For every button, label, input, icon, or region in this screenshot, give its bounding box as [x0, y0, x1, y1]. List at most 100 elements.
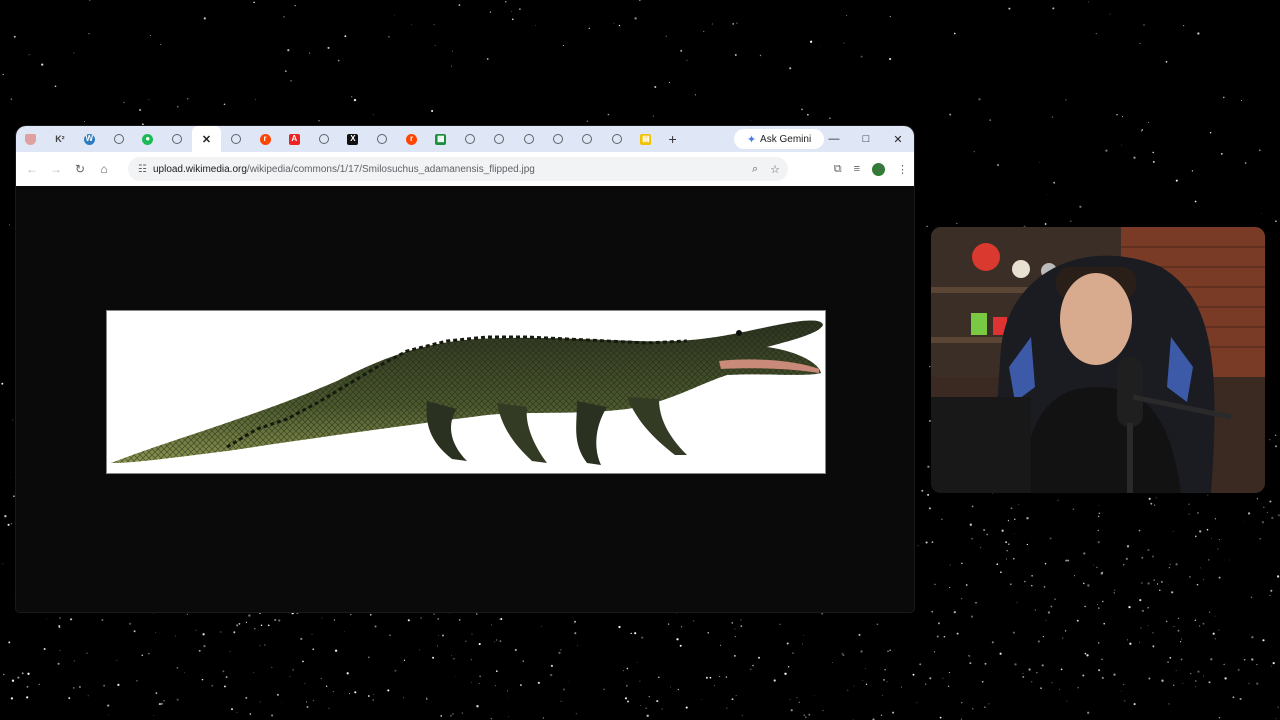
browser-tab[interactable]: r — [397, 126, 426, 152]
star — [348, 693, 350, 695]
star — [1218, 717, 1221, 719]
star — [291, 612, 294, 615]
star — [926, 225, 928, 228]
browser-tab[interactable] — [514, 126, 543, 152]
star — [1165, 620, 1168, 623]
star — [238, 623, 241, 625]
browser-tab[interactable]: ● — [133, 126, 162, 152]
star — [486, 58, 489, 60]
star — [148, 653, 150, 655]
close-icon[interactable]: ✕ — [202, 133, 211, 146]
tab-strip: K² W ● ✕ r A Xr ▦ ▤ + ✦ Ask Gemini — □ ✕ — [16, 126, 914, 152]
bookmark-star-icon[interactable]: ☆ — [770, 163, 780, 176]
media-controls-icon[interactable]: ≡ — [854, 163, 860, 175]
minimize-button[interactable]: — — [818, 126, 850, 152]
browser-tab[interactable] — [104, 126, 133, 152]
zoom-icon[interactable]: ⌕ — [752, 163, 758, 176]
star — [28, 54, 30, 56]
ask-gemini-button[interactable]: ✦ Ask Gemini — [734, 129, 824, 149]
star — [452, 50, 453, 52]
star — [57, 662, 60, 665]
browser-tab[interactable] — [221, 126, 250, 152]
star — [343, 630, 345, 632]
star — [568, 681, 570, 682]
star — [732, 23, 734, 25]
star — [500, 617, 503, 621]
browser-tab[interactable] — [573, 126, 602, 152]
star — [219, 631, 222, 633]
window-controls: — □ ✕ — [818, 126, 914, 152]
star — [107, 704, 110, 707]
star — [949, 564, 951, 566]
browser-tab[interactable] — [368, 126, 397, 152]
star — [1124, 700, 1126, 702]
browser-tab[interactable] — [485, 126, 514, 152]
star — [38, 683, 40, 685]
browser-tab[interactable] — [543, 126, 572, 152]
browser-tab[interactable] — [602, 126, 631, 152]
star — [374, 625, 377, 628]
star — [971, 505, 974, 508]
reload-button[interactable]: ↻ — [68, 162, 92, 176]
star — [1102, 600, 1104, 603]
star — [8, 641, 11, 644]
star — [991, 641, 994, 644]
star — [1139, 641, 1140, 643]
star — [496, 639, 498, 641]
new-tab-button[interactable]: + — [669, 131, 677, 147]
browser-tab[interactable]: ✕ — [191, 126, 222, 152]
maximize-button[interactable]: □ — [850, 126, 882, 152]
star — [634, 17, 637, 20]
star — [1053, 181, 1056, 184]
star — [1034, 609, 1036, 611]
star — [1041, 664, 1044, 667]
star — [573, 622, 575, 624]
star — [1196, 583, 1199, 586]
browser-tab[interactable] — [455, 126, 484, 152]
star — [1042, 635, 1045, 638]
star — [73, 52, 75, 54]
star — [274, 618, 277, 622]
star — [1147, 582, 1150, 585]
star — [10, 697, 14, 700]
star — [789, 67, 792, 70]
star — [829, 117, 831, 119]
star — [160, 43, 162, 45]
browser-tab[interactable] — [16, 126, 45, 152]
browser-tab[interactable]: X — [338, 126, 367, 152]
browser-tab[interactable] — [162, 126, 191, 152]
close-window-button[interactable]: ✕ — [882, 126, 914, 152]
browser-tab[interactable]: ▤ — [631, 126, 660, 152]
browser-tab[interactable]: A — [280, 126, 309, 152]
star — [236, 712, 238, 713]
star — [965, 584, 968, 586]
star — [332, 690, 334, 693]
browser-tab[interactable]: ▦ — [426, 126, 455, 152]
star — [325, 685, 328, 688]
browser-tab[interactable]: W — [75, 126, 104, 152]
star — [1010, 507, 1013, 510]
address-bar[interactable]: ☷ upload.wikimedia.org/wikipedia/commons… — [128, 157, 788, 181]
star — [1251, 658, 1254, 661]
back-button[interactable]: ← — [20, 162, 44, 176]
star — [229, 651, 231, 652]
browser-tab[interactable]: K² — [45, 126, 74, 152]
star — [1220, 153, 1223, 155]
home-button[interactable]: ⌂ — [92, 162, 116, 176]
star — [586, 120, 589, 123]
star — [2, 73, 4, 76]
star — [58, 626, 61, 629]
browser-tab[interactable] — [309, 126, 338, 152]
star — [283, 15, 285, 18]
star — [174, 635, 176, 637]
kebab-menu-icon[interactable]: ⋮ — [897, 163, 908, 176]
site-settings-icon[interactable]: ☷ — [138, 164, 147, 175]
star — [304, 683, 306, 685]
tab-search-icon[interactable]: ⧉ — [834, 163, 842, 176]
browser-tab[interactable]: r — [250, 126, 279, 152]
profile-avatar[interactable]: J — [872, 162, 885, 176]
forward-button[interactable]: → — [44, 162, 68, 176]
star — [1044, 563, 1047, 565]
star — [506, 697, 508, 698]
star — [969, 523, 972, 526]
